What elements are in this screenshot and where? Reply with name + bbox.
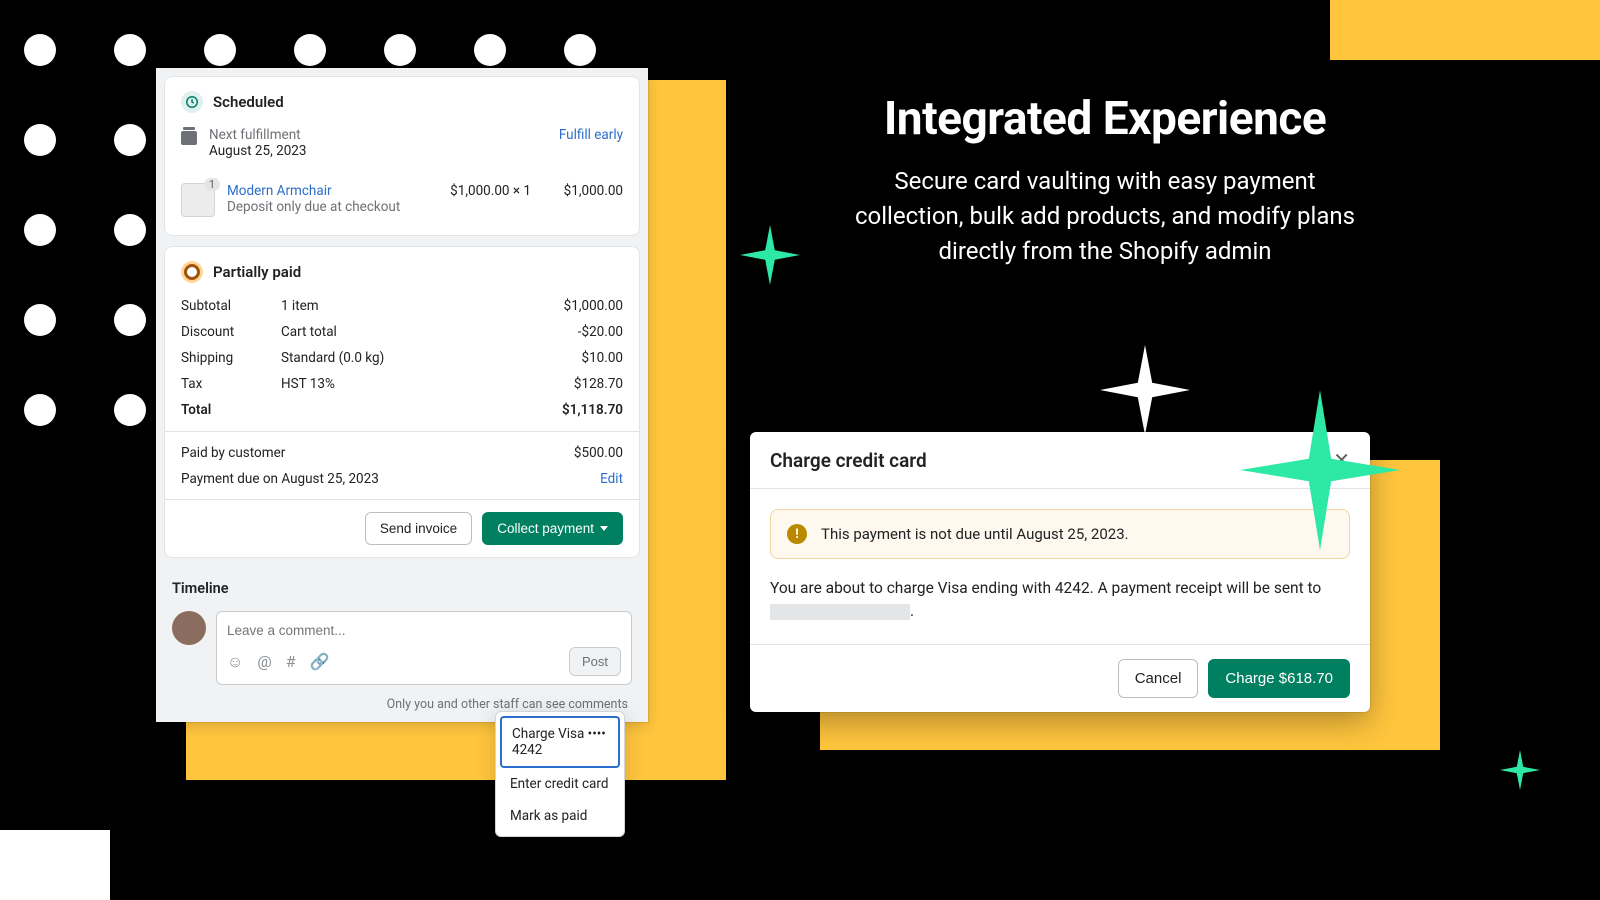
partial-paid-title: Partially paid	[213, 263, 301, 281]
product-unit-price: $1,000.00 × 1	[421, 183, 531, 199]
subtotal-value: $1,000.00	[523, 298, 623, 314]
marketing-headline: Integrated Experience Secure card vaulti…	[840, 92, 1370, 268]
tax-label: Tax	[181, 376, 281, 392]
sparkle-icon	[1500, 750, 1540, 790]
tax-desc: HST 13%	[281, 376, 523, 392]
product-thumbnail: 1	[181, 183, 215, 217]
avatar	[172, 611, 206, 645]
dropdown-mark-paid[interactable]: Mark as paid	[500, 800, 620, 832]
shipping-value: $10.00	[523, 350, 623, 366]
clock-icon	[181, 91, 203, 113]
product-link[interactable]: Modern Armchair	[227, 183, 409, 199]
order-panel: Scheduled Next fulfillment August 25, 20…	[156, 68, 648, 722]
sparkle-icon	[1100, 345, 1190, 435]
discount-value: -$20.00	[523, 324, 623, 340]
partial-paid-icon	[181, 261, 203, 283]
payment-card: Partially paid Subtotal1 item$1,000.00 D…	[164, 246, 640, 558]
decor-white-bottom-left	[0, 830, 110, 900]
collect-payment-button[interactable]: Collect payment	[482, 512, 623, 545]
collect-payment-dropdown: Charge Visa •••• 4242 Enter credit card …	[495, 711, 625, 837]
dropdown-charge-card[interactable]: Charge Visa •••• 4242	[500, 716, 620, 768]
scheduled-card: Scheduled Next fulfillment August 25, 20…	[164, 76, 640, 236]
product-line-total: $1,000.00	[543, 183, 623, 199]
send-invoice-button[interactable]: Send invoice	[365, 512, 472, 545]
link-icon[interactable]: 🔗	[310, 652, 330, 671]
modal-body-text: You are about to charge Visa ending with…	[770, 577, 1350, 624]
tax-value: $128.70	[523, 376, 623, 392]
modal-body-pre: You are about to charge Visa ending with…	[770, 579, 1321, 597]
modal-body-post: .	[910, 602, 914, 620]
chevron-down-icon	[600, 526, 608, 531]
cancel-button[interactable]: Cancel	[1118, 659, 1199, 698]
calendar-icon	[181, 131, 197, 145]
subtotal-label: Subtotal	[181, 298, 281, 314]
sparkle-icon	[740, 225, 800, 285]
total-value: $1,118.70	[523, 402, 623, 418]
timeline-section: Timeline ☺ @ # 🔗 Post Only you and other…	[156, 558, 648, 722]
emoji-icon[interactable]: ☺	[227, 652, 243, 672]
timeline-title: Timeline	[172, 568, 632, 605]
collect-payment-label: Collect payment	[497, 521, 594, 536]
next-fulfillment-date: August 25, 2023	[209, 143, 306, 159]
charge-button[interactable]: Charge $618.70	[1208, 659, 1350, 698]
dropdown-enter-card[interactable]: Enter credit card	[500, 768, 620, 800]
scheduled-title: Scheduled	[213, 93, 284, 111]
next-fulfillment-label: Next fulfillment	[209, 127, 306, 143]
qty-badge: 1	[204, 178, 220, 191]
shipping-label: Shipping	[181, 350, 281, 366]
total-label: Total	[181, 402, 281, 418]
banner-text: This payment is not due until August 25,…	[821, 525, 1129, 543]
paid-value: $500.00	[523, 445, 623, 461]
hash-icon[interactable]: #	[286, 652, 296, 671]
headline-title: Integrated Experience	[840, 92, 1370, 146]
mention-icon[interactable]: @	[257, 652, 271, 671]
subtotal-desc: 1 item	[281, 298, 523, 314]
shipping-desc: Standard (0.0 kg)	[281, 350, 523, 366]
product-note: Deposit only due at checkout	[227, 199, 409, 215]
comment-input[interactable]	[227, 623, 621, 638]
decor-yellow-top-right	[1330, 0, 1600, 60]
redacted-email	[770, 604, 910, 620]
edit-payment-due-link[interactable]: Edit	[523, 471, 623, 487]
payment-due-label: Payment due on August 25, 2023	[181, 471, 523, 487]
sparkle-icon	[1240, 390, 1400, 550]
comment-input-wrap[interactable]: ☺ @ # 🔗 Post	[216, 611, 632, 685]
discount-label: Discount	[181, 324, 281, 340]
warning-icon: !	[787, 524, 807, 544]
fulfill-early-link[interactable]: Fulfill early	[559, 127, 623, 143]
discount-desc: Cart total	[281, 324, 523, 340]
paid-label: Paid by customer	[181, 445, 523, 461]
post-button[interactable]: Post	[569, 647, 621, 676]
headline-subtitle: Secure card vaulting with easy payment c…	[840, 164, 1370, 268]
